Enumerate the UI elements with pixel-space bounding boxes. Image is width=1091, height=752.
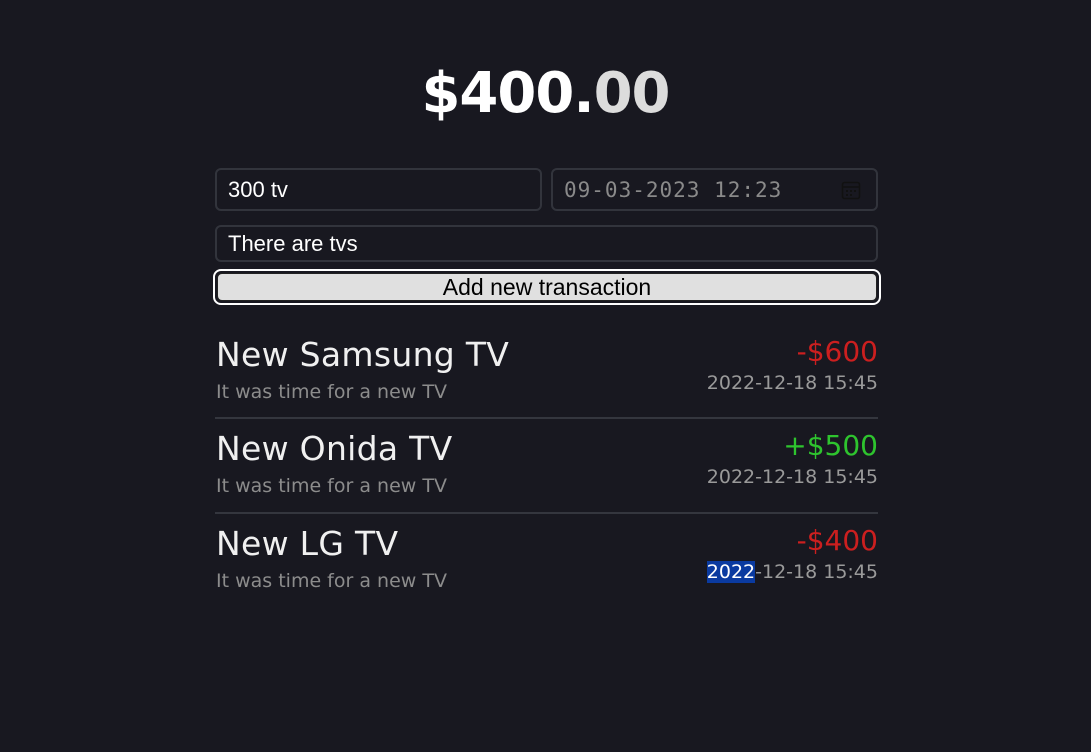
transaction-description-value: There are tvs	[228, 230, 358, 256]
transaction-name-input[interactable]: 300 tv	[215, 168, 542, 211]
transaction-item: New Samsung TV It was time for a new TV …	[215, 325, 878, 419]
transaction-date: 2022-12-18 15:45	[706, 466, 878, 488]
transaction-datetime-input[interactable]: 09-03-2023 12:23	[551, 168, 878, 211]
transaction-name-value: 300 tv	[228, 176, 288, 202]
app: $400.00 300 tv 09-03-2023 12:23 There ar…	[0, 0, 1091, 752]
transaction-list: New Samsung TV It was time for a new TV …	[215, 325, 878, 608]
transaction-date: 2022-12-18 15:45	[706, 561, 878, 583]
add-transaction-button[interactable]: Add new transaction	[213, 269, 881, 305]
balance-cents: 00	[593, 61, 671, 126]
transaction-item: New Onida TV It was time for a new TV +$…	[215, 419, 878, 514]
transaction-amount: +$500	[783, 429, 878, 462]
transaction-title: New LG TV	[216, 524, 399, 563]
transaction-description: It was time for a new TV	[216, 475, 447, 497]
transaction-title: New Onida TV	[216, 429, 453, 468]
add-transaction-label: Add new transaction	[217, 273, 877, 301]
selected-text: 2022	[706, 561, 756, 583]
transaction-date: 2022-12-18 15:45	[706, 372, 878, 394]
transaction-amount: -$400	[796, 524, 878, 557]
transaction-amount: -$600	[796, 335, 878, 368]
transaction-description: It was time for a new TV	[216, 381, 447, 403]
transaction-item: New LG TV It was time for a new TV -$400…	[215, 514, 878, 608]
balance-total: $400.00	[0, 62, 1091, 126]
transaction-description: It was time for a new TV	[216, 570, 447, 592]
transaction-title: New Samsung TV	[216, 335, 510, 374]
transaction-description-input[interactable]: There are tvs	[215, 225, 878, 262]
balance-dollars: $400.	[421, 61, 594, 126]
transaction-date-rest: -12-18 15:45	[755, 561, 878, 583]
transaction-datetime-value: 09-03-2023 12:23	[564, 177, 783, 202]
calendar-icon[interactable]	[841, 180, 861, 200]
